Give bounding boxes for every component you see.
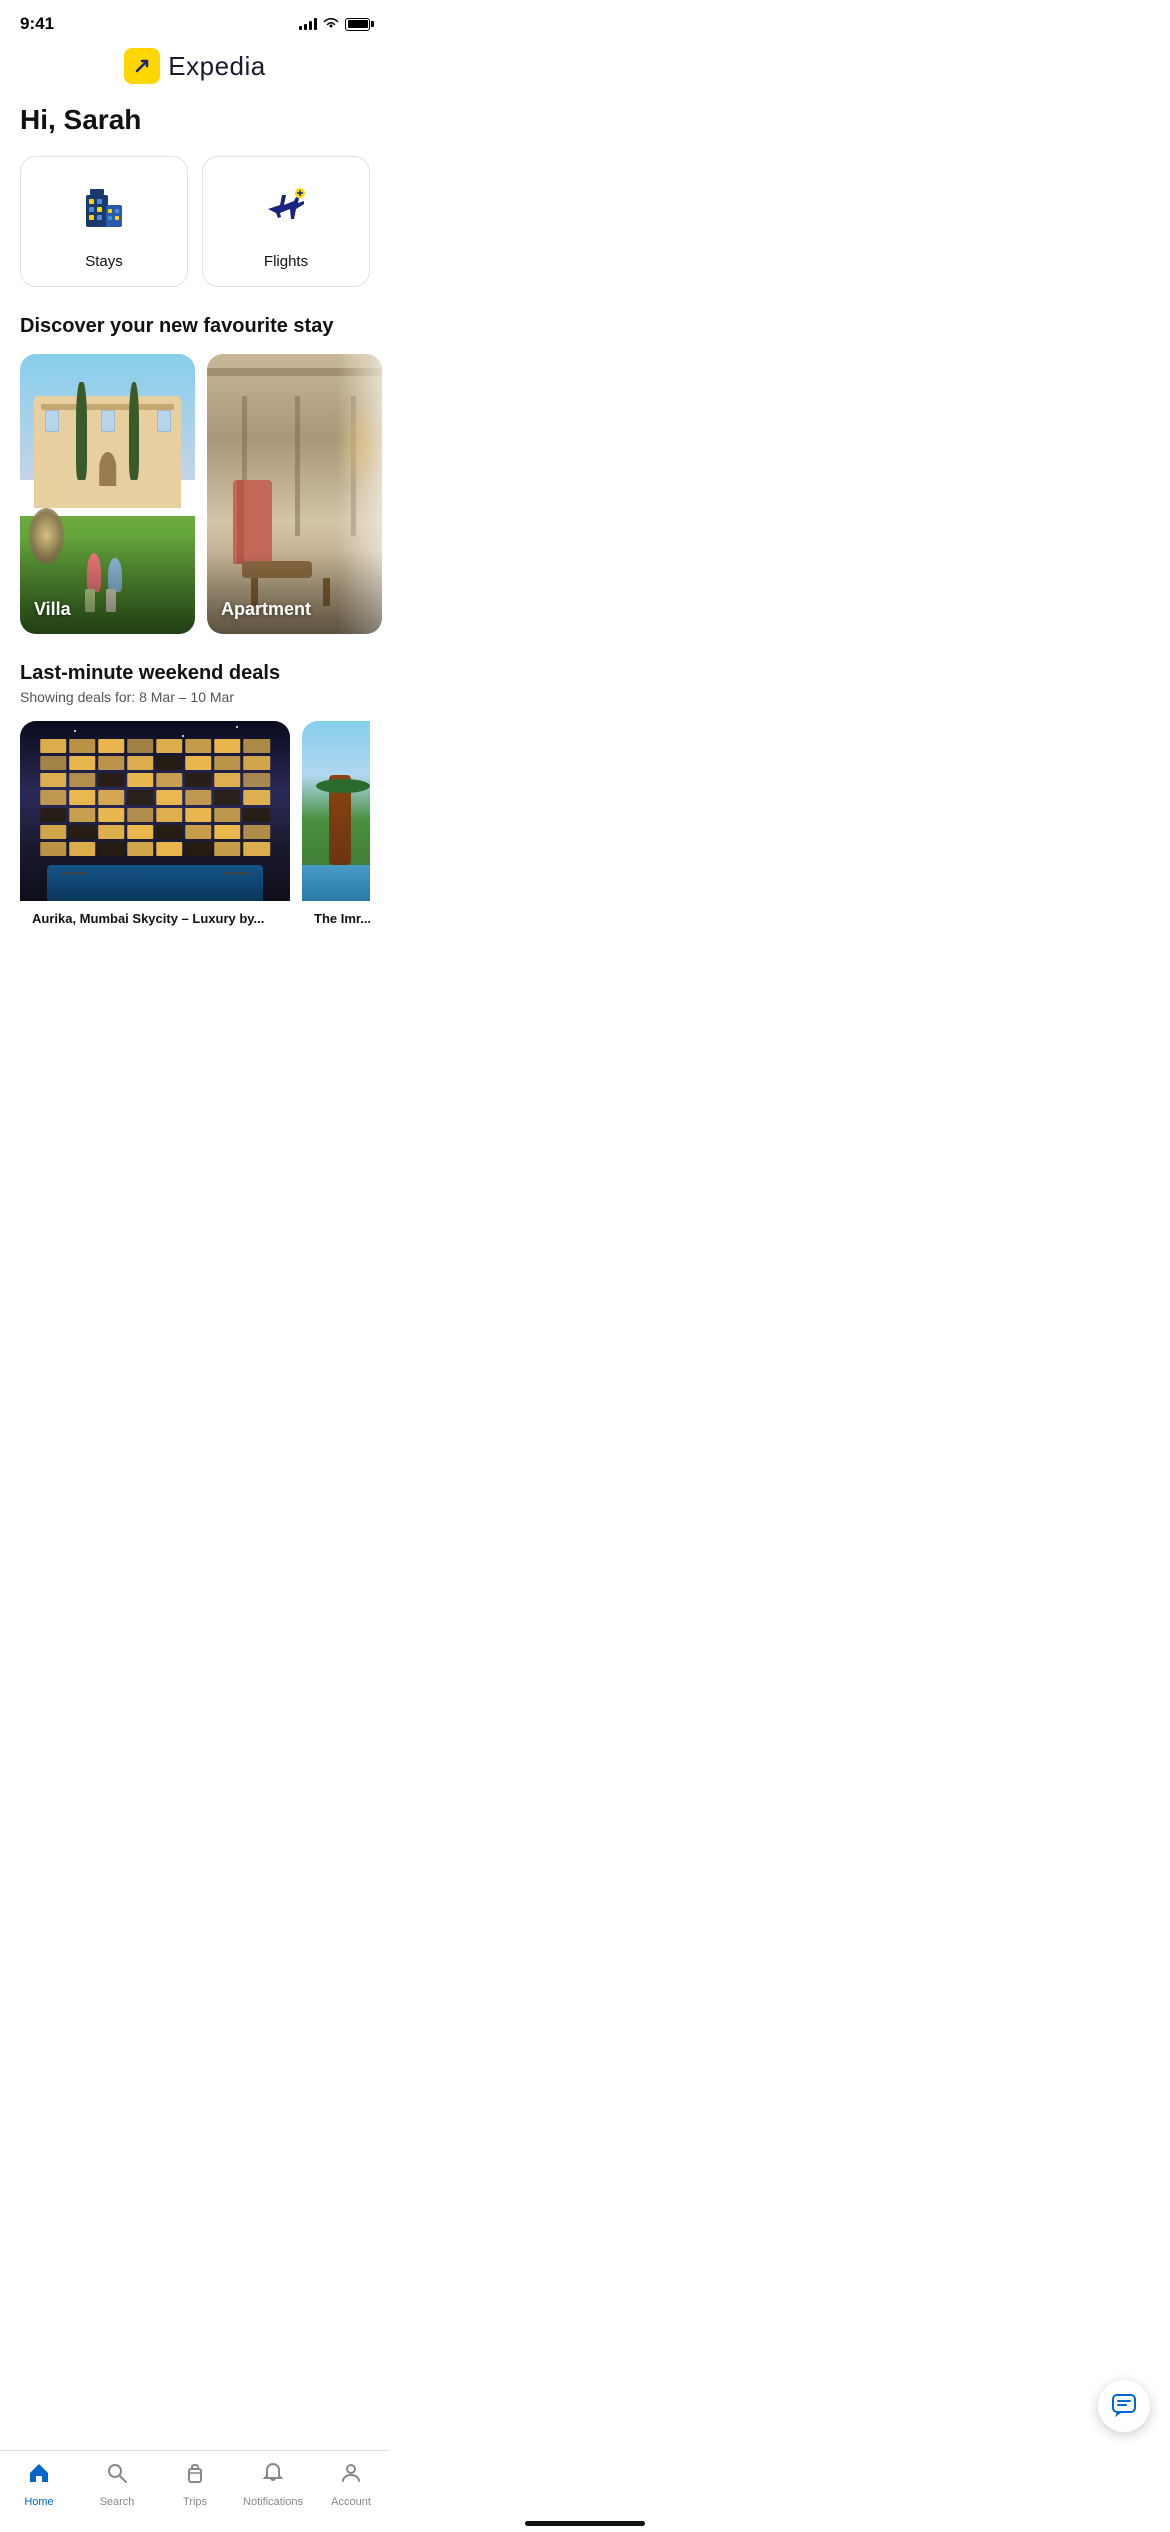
nav-trips[interactable]: Trips bbox=[156, 2461, 234, 2508]
category-grid: Stays Flights bbox=[0, 156, 390, 315]
search-nav-label: Search bbox=[100, 2496, 135, 2508]
chat-fab-button[interactable] bbox=[1098, 2380, 1150, 2432]
flights-card[interactable]: Flights bbox=[202, 156, 370, 287]
aurika-deal-card[interactable]: Aurika, Mumbai Skycity – Luxury by... bbox=[20, 721, 290, 932]
wifi-icon bbox=[323, 17, 339, 32]
stays-card[interactable]: Stays bbox=[20, 156, 188, 287]
app-header: Expedia bbox=[0, 42, 390, 96]
deals-scroll: Aurika, Mumbai Skycity – Luxury by... bbox=[20, 721, 370, 948]
flights-icon bbox=[260, 181, 312, 241]
signal-icon bbox=[299, 18, 317, 30]
aurika-image bbox=[20, 721, 290, 901]
imr-deal-card[interactable]: The Imr... bbox=[302, 721, 370, 932]
notifications-icon bbox=[261, 2461, 285, 2492]
discover-scroll: Villa bbox=[0, 354, 390, 662]
apartment-label: Apartment bbox=[221, 599, 311, 620]
home-icon bbox=[27, 2461, 51, 2492]
status-time: 9:41 bbox=[20, 14, 54, 34]
stays-icon bbox=[78, 181, 130, 241]
nav-home[interactable]: Home bbox=[0, 2461, 78, 2508]
deals-title: Last-minute weekend deals bbox=[20, 662, 370, 685]
account-icon bbox=[339, 2461, 363, 2492]
notifications-nav-label: Notifications bbox=[243, 2496, 303, 2508]
nav-notifications[interactable]: Notifications bbox=[234, 2461, 312, 2508]
status-bar: 9:41 bbox=[0, 0, 390, 42]
aurika-name: Aurika, Mumbai Skycity – Luxury by... bbox=[20, 901, 290, 932]
search-icon bbox=[105, 2461, 129, 2492]
apartment-card[interactable]: Apartment bbox=[207, 354, 382, 634]
stays-label: Stays bbox=[85, 253, 123, 270]
villa-label: Villa bbox=[34, 599, 71, 620]
flights-label: Flights bbox=[264, 253, 308, 270]
trips-nav-label: Trips bbox=[183, 2496, 207, 2508]
imr-name: The Imr... bbox=[302, 901, 370, 932]
home-indicator bbox=[525, 2521, 645, 2526]
nav-search[interactable]: Search bbox=[78, 2461, 156, 2508]
greeting-section: Hi, Sarah bbox=[0, 96, 390, 156]
status-icons bbox=[299, 17, 370, 32]
deals-subtitle: Showing deals for: 8 Mar – 10 Mar bbox=[20, 689, 370, 705]
app-name: Expedia bbox=[168, 51, 265, 82]
discover-title: Discover your new favourite stay bbox=[0, 315, 390, 354]
home-nav-label: Home bbox=[24, 2496, 53, 2508]
expedia-logo-icon bbox=[124, 48, 160, 84]
nav-account[interactable]: Account bbox=[312, 2461, 390, 2508]
trips-icon bbox=[183, 2461, 207, 2492]
bottom-nav: Home Search Trips Notifications bbox=[0, 2450, 390, 2532]
greeting-text: Hi, Sarah bbox=[20, 104, 370, 136]
battery-icon bbox=[345, 18, 370, 31]
villa-card[interactable]: Villa bbox=[20, 354, 195, 634]
account-nav-label: Account bbox=[331, 2496, 371, 2508]
imr-image bbox=[302, 721, 370, 901]
deals-section: Last-minute weekend deals Showing deals … bbox=[0, 662, 390, 948]
